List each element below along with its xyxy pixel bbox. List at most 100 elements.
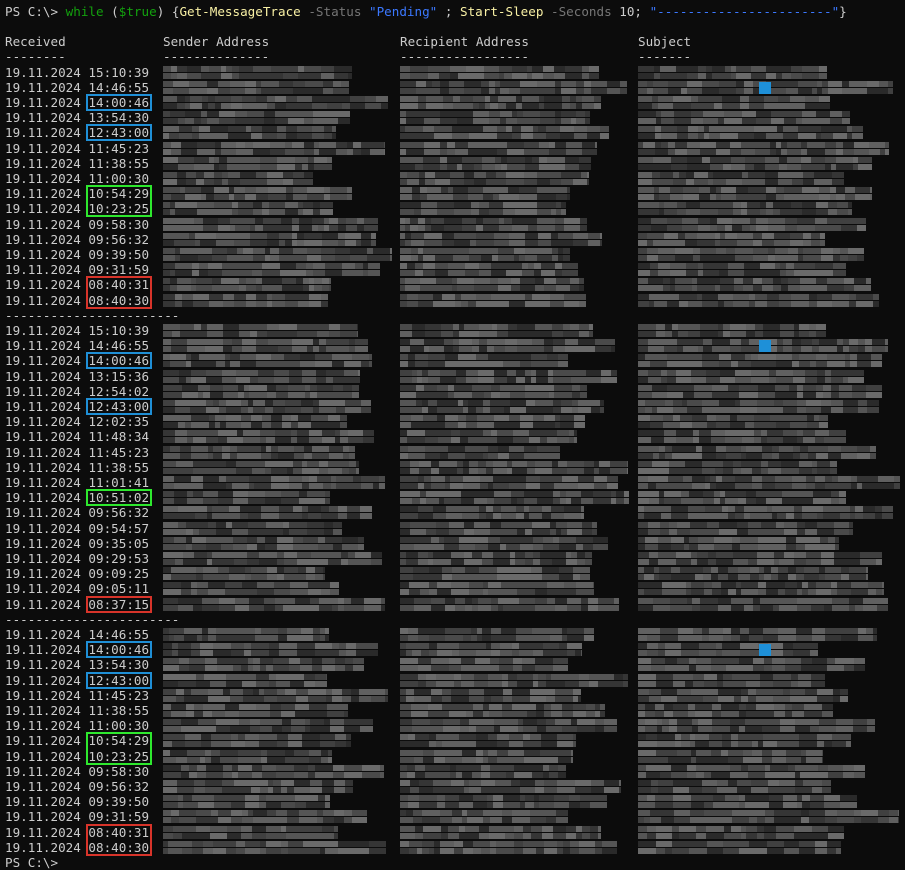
received-date: 19.11.2024 — [5, 201, 89, 217]
received-time: 15:10:39 — [88, 64, 150, 80]
redacted-recipient — [400, 779, 621, 794]
received-date: 19.11.2024 — [5, 125, 89, 141]
received-time: 14:46:55 — [88, 626, 150, 642]
redacted-recipient — [400, 551, 592, 566]
table-row: 19.11.2024 11:48:34 — [5, 429, 149, 444]
table-row: 19.11.2024 10:23:25 — [5, 749, 149, 764]
redacted-recipient — [400, 277, 584, 292]
received-date: 19.11.2024 — [5, 809, 89, 825]
received-date: 19.11.2024 — [5, 79, 89, 95]
received-date: 19.11.2024 — [5, 246, 89, 262]
received-date: 19.11.2024 — [5, 277, 89, 293]
table-row: 19.11.2024 08:40:30 — [5, 840, 149, 855]
redacted-subject — [638, 65, 827, 80]
redacted-subject — [638, 688, 848, 703]
received-date: 19.11.2024 — [5, 794, 89, 810]
received-time: 11:01:41 — [88, 474, 150, 490]
redacted-subject — [638, 232, 825, 247]
table-row: 19.11.2024 09:05:11 — [5, 581, 149, 596]
redacted-sender — [163, 597, 385, 612]
redacted-sender — [163, 110, 350, 125]
table-row: 19.11.2024 13:15:36 — [5, 369, 149, 384]
table-row: 19.11.2024 15:10:39 — [5, 323, 149, 338]
redacted-subject — [638, 95, 830, 110]
redacted-recipient — [400, 657, 568, 672]
redacted-recipient — [400, 597, 619, 612]
redacted-sender — [163, 171, 313, 186]
received-date: 19.11.2024 — [5, 414, 89, 430]
redacted-subject — [638, 429, 846, 444]
received-time: 09:58:30 — [88, 216, 150, 232]
redacted-recipient — [400, 414, 585, 429]
redacted-sender — [163, 779, 353, 794]
redacted-sender — [163, 125, 336, 140]
terminal-window[interactable]: PS C:\> while ($true) {Get-MessageTrace … — [0, 0, 905, 870]
table-row: 19.11.2024 08:40:30 — [5, 293, 149, 308]
redacted-recipient — [400, 384, 587, 399]
table-row: 19.11.2024 09:56:32 — [5, 505, 149, 520]
redacted-recipient — [400, 642, 582, 657]
received-time: 14:46:55 — [88, 79, 150, 95]
received-time: 10:23:25 — [88, 201, 150, 217]
received-time: 11:00:30 — [88, 718, 150, 734]
command-line[interactable]: PS C:\> while ($true) {Get-MessageTrace … — [5, 4, 847, 19]
redacted-sender — [163, 384, 359, 399]
redacted-subject — [638, 764, 865, 779]
final-prompt[interactable]: PS C:\> — [5, 855, 58, 870]
redacted-subject — [638, 353, 882, 368]
redacted-subject — [638, 490, 846, 505]
redacted-sender — [163, 749, 332, 764]
redacted-subject — [638, 597, 888, 612]
received-date: 19.11.2024 — [5, 535, 89, 551]
table-row: 19.11.2024 12:43:00 — [5, 673, 149, 688]
redacted-subject — [638, 247, 864, 262]
redacted-recipient — [400, 749, 573, 764]
received-time: 08:40:31 — [88, 824, 150, 840]
table-row: 19.11.2024 11:38:55 — [5, 460, 149, 475]
redacted-sender — [163, 369, 360, 384]
table-row: 19.11.2024 09:09:25 — [5, 566, 149, 581]
received-date: 19.11.2024 — [5, 444, 89, 460]
redacted-subject — [638, 445, 876, 460]
received-time: 11:00:30 — [88, 170, 150, 186]
received-date: 19.11.2024 — [5, 839, 89, 855]
redacted-subject — [638, 779, 831, 794]
received-time: 11:38:55 — [88, 702, 150, 718]
received-date: 19.11.2024 — [5, 368, 89, 384]
table-row: 19.11.2024 09:58:30 — [5, 217, 149, 232]
received-date: 19.11.2024 — [5, 155, 89, 171]
header-recipient: Recipient Address — [400, 34, 529, 49]
redacted-sender — [163, 733, 351, 748]
redacted-sender — [163, 673, 327, 688]
received-time: 14:00:46 — [88, 94, 150, 110]
table-row: 19.11.2024 09:56:32 — [5, 779, 149, 794]
received-date: 19.11.2024 — [5, 186, 89, 202]
received-time: 09:35:05 — [88, 535, 150, 551]
table-row: 19.11.2024 09:58:30 — [5, 764, 149, 779]
redacted-recipient — [400, 201, 566, 216]
received-time: 10:23:25 — [88, 748, 150, 764]
redacted-recipient — [400, 80, 627, 95]
redacted-subject — [638, 186, 872, 201]
redacted-sender — [163, 80, 349, 95]
cmdlet-get-messagetrace: Get-MessageTrace — [179, 4, 301, 19]
redacted-marker-icon — [759, 81, 771, 94]
separator-semicolon: ; — [437, 4, 461, 19]
received-date: 19.11.2024 — [5, 550, 89, 566]
received-date: 19.11.2024 — [5, 474, 89, 490]
table-row: 19.11.2024 09:39:50 — [5, 247, 149, 262]
redacted-subject — [638, 125, 863, 140]
received-time: 11:38:55 — [88, 155, 150, 171]
received-time: 12:43:00 — [88, 125, 150, 141]
redacted-recipient — [400, 825, 601, 840]
redacted-recipient — [400, 794, 607, 809]
redacted-subject — [638, 794, 857, 809]
redacted-recipient — [400, 95, 601, 110]
table-row: 19.11.2024 09:35:05 — [5, 536, 149, 551]
redacted-subject — [638, 323, 826, 338]
redacted-recipient — [400, 369, 617, 384]
received-date: 19.11.2024 — [5, 398, 89, 414]
redacted-subject — [638, 110, 850, 125]
received-date: 19.11.2024 — [5, 140, 89, 156]
redacted-recipient — [400, 718, 617, 733]
